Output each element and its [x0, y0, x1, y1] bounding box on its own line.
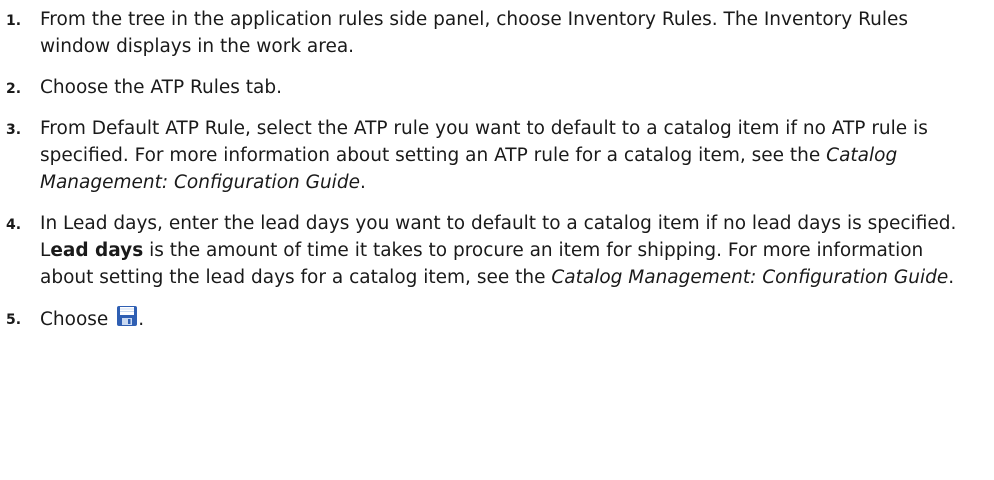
step-text: Choose — [40, 309, 115, 330]
step-text: From Default ATP Rule, select the ATP ru… — [40, 118, 928, 166]
step-number: 4. — [6, 217, 22, 233]
step-5: 5. Choose . — [0, 305, 994, 333]
step-number: 2. — [6, 81, 22, 97]
step-number: 5. — [6, 312, 22, 328]
term-lead-days: ead days — [50, 240, 144, 261]
procedure-steps: 1. From the tree in the application rule… — [0, 0, 994, 333]
step-text-end: . — [138, 309, 145, 330]
step-4: 4. In Lead days, enter the lead days you… — [0, 210, 994, 291]
step-text: From the tree in the application rules s… — [40, 9, 909, 57]
step-text-end: . — [359, 172, 366, 193]
step-text-end: . — [948, 267, 955, 288]
step-1: 1. From the tree in the application rule… — [0, 6, 994, 60]
step-number: 3. — [6, 122, 22, 138]
guide-title-link: Catalog Management: Configuration Guide — [551, 267, 949, 288]
step-number: 1. — [6, 13, 22, 29]
step-3: 3. From Default ATP Rule, select the ATP… — [0, 115, 994, 196]
step-2: 2. Choose the ATP Rules tab. — [0, 74, 994, 101]
step-text: Choose the ATP Rules tab. — [40, 77, 282, 98]
save-icon — [116, 305, 138, 327]
